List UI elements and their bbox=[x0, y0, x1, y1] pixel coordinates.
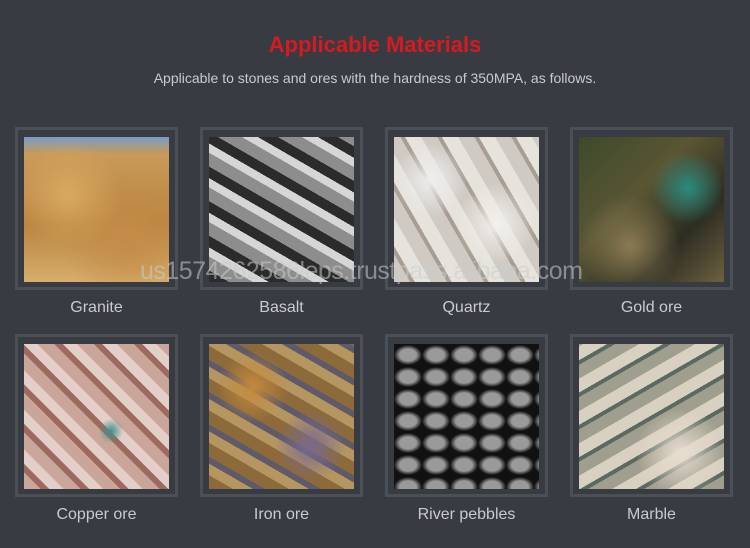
material-card-gold-ore[interactable] bbox=[570, 127, 733, 290]
material-label: Gold ore bbox=[620, 299, 683, 316]
material-card-copper-ore[interactable] bbox=[15, 334, 178, 497]
material-label: River pebbles bbox=[417, 506, 516, 523]
material-card-granite[interactable] bbox=[15, 127, 178, 290]
marble-image bbox=[579, 344, 724, 489]
quartz-image bbox=[394, 137, 539, 282]
material-card-river-pebbles[interactable] bbox=[385, 334, 548, 497]
gold-ore-image bbox=[579, 137, 724, 282]
material-card-quartz[interactable] bbox=[385, 127, 548, 290]
page-subtitle: Applicable to stones and ores with the h… bbox=[153, 70, 597, 86]
granite-image bbox=[24, 137, 169, 282]
material-label: Granite bbox=[70, 299, 123, 316]
copper-ore-image bbox=[24, 344, 169, 489]
iron-ore-image bbox=[209, 344, 354, 489]
basalt-image bbox=[209, 137, 354, 282]
material-card-marble[interactable] bbox=[570, 334, 733, 497]
material-card-iron-ore[interactable] bbox=[200, 334, 363, 497]
page-title: Applicable Materials bbox=[268, 32, 482, 57]
material-label: Marble bbox=[627, 506, 676, 523]
material-label: Copper ore bbox=[56, 506, 137, 523]
material-card-basalt[interactable] bbox=[200, 127, 363, 290]
material-label: Quartz bbox=[442, 299, 491, 316]
river-pebbles-image bbox=[394, 344, 539, 489]
material-label: Iron ore bbox=[253, 506, 310, 523]
material-label: Basalt bbox=[259, 299, 304, 316]
